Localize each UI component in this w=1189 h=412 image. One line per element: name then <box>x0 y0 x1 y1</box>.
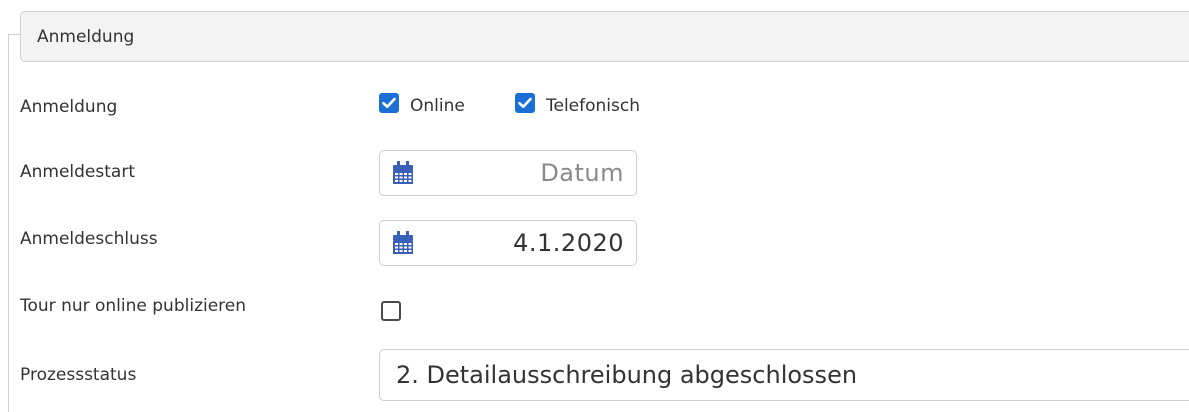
prozessstatus-label: Prozessstatus <box>20 365 137 385</box>
nur-online-label: Tour nur online publizieren <box>20 296 247 316</box>
anmeldeschluss-value: 4.1.2020 <box>513 229 624 257</box>
online-checkbox[interactable] <box>379 93 399 113</box>
anmeldestart-placeholder: Datum <box>540 159 624 187</box>
fieldset-border-left <box>8 34 9 412</box>
anmeldeschluss-date-input[interactable]: 4.1.2020 <box>379 220 637 266</box>
prozessstatus-value: 2. Detailausschreibung abgeschlossen <box>396 361 858 389</box>
checkmark-icon <box>518 97 532 109</box>
anmeldestart-date-input[interactable]: Datum <box>379 150 637 196</box>
nur-online-checkbox[interactable] <box>381 301 401 321</box>
fieldset-border-top <box>8 34 20 35</box>
anmeldeschluss-label: Anmeldeschluss <box>20 229 158 249</box>
telefonisch-checkbox[interactable] <box>515 93 535 113</box>
checkmark-icon <box>382 97 396 109</box>
section-legend: Anmeldung <box>20 11 1189 62</box>
prozessstatus-select[interactable]: 2. Detailausschreibung abgeschlossen <box>379 349 1189 401</box>
telefonisch-checkbox-label[interactable]: Telefonisch <box>546 96 640 116</box>
anmeldung-label: Anmeldung <box>20 97 118 117</box>
section-legend-text: Anmeldung <box>37 26 135 47</box>
calendar-icon[interactable] <box>392 231 414 255</box>
calendar-icon[interactable] <box>392 161 414 185</box>
anmeldestart-label: Anmeldestart <box>20 162 135 182</box>
online-checkbox-label[interactable]: Online <box>410 96 465 116</box>
